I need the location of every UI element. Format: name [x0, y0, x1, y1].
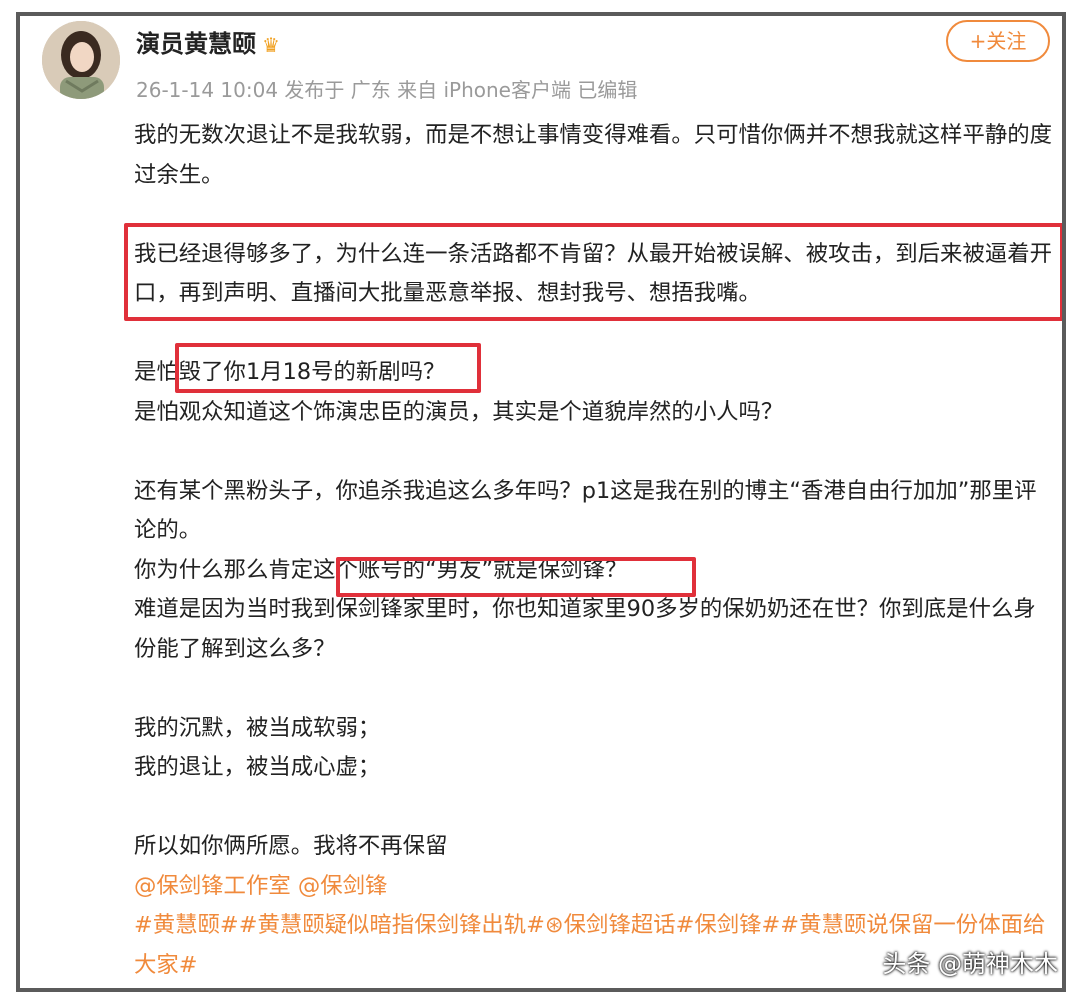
- screenshot-frame: 演员黄慧颐 ♛ 26-1-14 10:04 发布于 广东 来自 iPhone客户端…: [16, 12, 1066, 992]
- paragraph-5a: 我的沉默，被当成软弱；: [134, 714, 381, 741]
- crown-icon: ♛: [262, 33, 280, 57]
- paragraph-4c: 难道是因为当时我到保剑锋家里时，你也知道家里90多岁的保奶奶还在世？你到底是什么…: [134, 596, 1036, 662]
- avatar-image: [42, 21, 120, 99]
- highlight-box-new-drama: [175, 343, 481, 393]
- paragraph-3b: 是怕观众知道这个饰演忠臣的演员，其实是个道貌岸然的小人吗？: [134, 398, 784, 425]
- paragraph-1: 我的无数次退让不是我软弱，而是不想让事情变得难看。只可惜你俩并不想我就这样平静的…: [134, 122, 1053, 188]
- avatar[interactable]: [42, 21, 120, 99]
- highlight-box-paragraph-2: [124, 223, 1062, 321]
- watermark: 头条 @萌神木木: [882, 950, 1058, 978]
- paragraph-6: 所以如你俩所愿。我将不再保留: [134, 833, 448, 859]
- paragraph-5b: 我的退让，被当成心虚；: [134, 754, 381, 780]
- paragraph-4a: 还有某个黑粉头子，你追杀我追这么多年吗？p1这是我在别的博主“香港自由行加加”那…: [134, 477, 1037, 544]
- mention-links[interactable]: @保剑锋工作室 @保剑锋: [134, 867, 1054, 907]
- author-name[interactable]: 演员黄慧颐 ♛: [136, 24, 280, 59]
- follow-button[interactable]: +关注: [946, 20, 1050, 62]
- post-meta: 26-1-14 10:04 发布于 广东 来自 iPhone客户端 已编辑: [136, 78, 638, 102]
- author-name-text[interactable]: 演员黄慧颐: [136, 30, 256, 58]
- highlight-box-boyfriend: [336, 557, 696, 597]
